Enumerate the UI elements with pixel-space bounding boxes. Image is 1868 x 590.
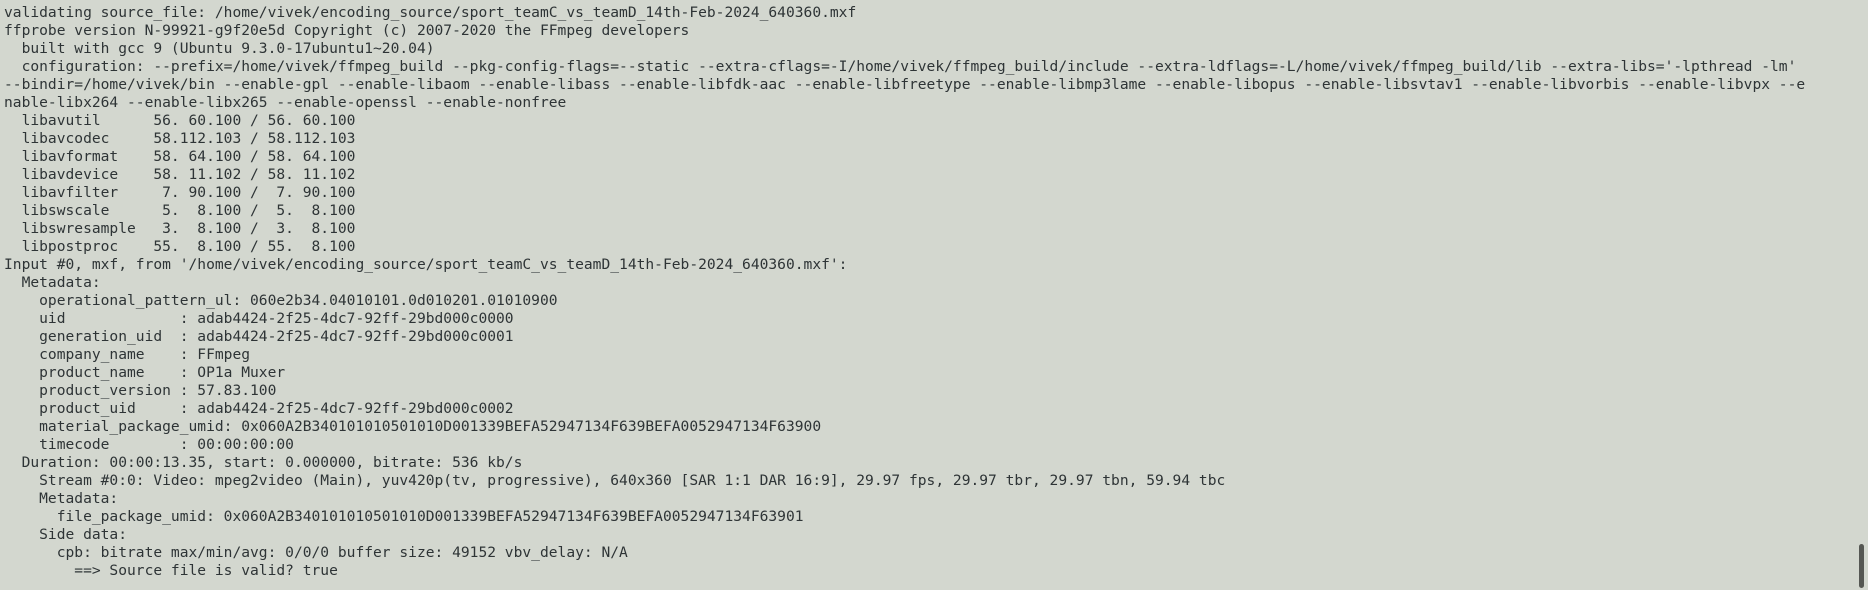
terminal-line: libavfilter 7. 90.100 / 7. 90.100: [4, 184, 356, 201]
terminal-line: built with gcc 9 (Ubuntu 9.3.0-17ubuntu1…: [4, 40, 435, 57]
terminal-line: --bindir=/home/vivek/bin --enable-gpl --…: [4, 76, 1806, 93]
terminal-line: product_version : 57.83.100: [4, 382, 277, 399]
terminal-line: validating source_file: /home/vivek/enco…: [4, 4, 857, 21]
terminal-line: libavutil 56. 60.100 / 56. 60.100: [4, 112, 356, 129]
terminal-line: operational_pattern_ul: 060e2b34.0401010…: [4, 292, 558, 309]
terminal-line: Metadata:: [4, 490, 119, 507]
terminal-line: file_package_umid: 0x060A2B3401010105010…: [4, 508, 804, 525]
terminal-line: ffprobe version N-99921-g9f20e5d Copyrig…: [4, 22, 690, 39]
terminal-window[interactable]: validating source_file: /home/vivek/enco…: [0, 0, 1868, 590]
terminal-line: company_name : FFmpeg: [4, 346, 251, 363]
terminal-line: libavformat 58. 64.100 / 58. 64.100: [4, 148, 356, 165]
terminal-line: ==> Source file is valid? true: [4, 562, 338, 579]
terminal-line: product_uid : adab4424-2f25-4dc7-92ff-29…: [4, 400, 514, 417]
terminal-output: validating source_file: /home/vivek/enco…: [4, 4, 1854, 580]
terminal-line: Metadata:: [4, 274, 101, 291]
terminal-line: material_package_umid: 0x060A2B340101010…: [4, 418, 822, 435]
terminal-line: Duration: 00:00:13.35, start: 0.000000, …: [4, 454, 523, 471]
terminal-line: product_name : OP1a Muxer: [4, 364, 286, 381]
terminal-line: Side data:: [4, 526, 128, 543]
terminal-line: configuration: --prefix=/home/vivek/ffmp…: [4, 58, 1797, 75]
terminal-line: Input #0, mxf, from '/home/vivek/encodin…: [4, 256, 848, 273]
terminal-line: timecode : 00:00:00:00: [4, 436, 294, 453]
terminal-line: generation_uid : adab4424-2f25-4dc7-92ff…: [4, 328, 514, 345]
terminal-line: libavdevice 58. 11.102 / 58. 11.102: [4, 166, 356, 183]
terminal-line: nable-libx264 --enable-libx265 --enable-…: [4, 94, 567, 111]
terminal-line: libswscale 5. 8.100 / 5. 8.100: [4, 202, 356, 219]
terminal-line: Stream #0:0: Video: mpeg2video (Main), y…: [4, 472, 1226, 489]
scrollbar-thumb[interactable]: [1859, 544, 1864, 588]
vertical-scrollbar[interactable]: [1858, 0, 1866, 590]
terminal-line: uid : adab4424-2f25-4dc7-92ff-29bd000c00…: [4, 310, 514, 327]
terminal-line: cpb: bitrate max/min/avg: 0/0/0 buffer s…: [4, 544, 628, 561]
terminal-line: libpostproc 55. 8.100 / 55. 8.100: [4, 238, 356, 255]
terminal-line: libswresample 3. 8.100 / 3. 8.100: [4, 220, 356, 237]
terminal-line: libavcodec 58.112.103 / 58.112.103: [4, 130, 356, 147]
